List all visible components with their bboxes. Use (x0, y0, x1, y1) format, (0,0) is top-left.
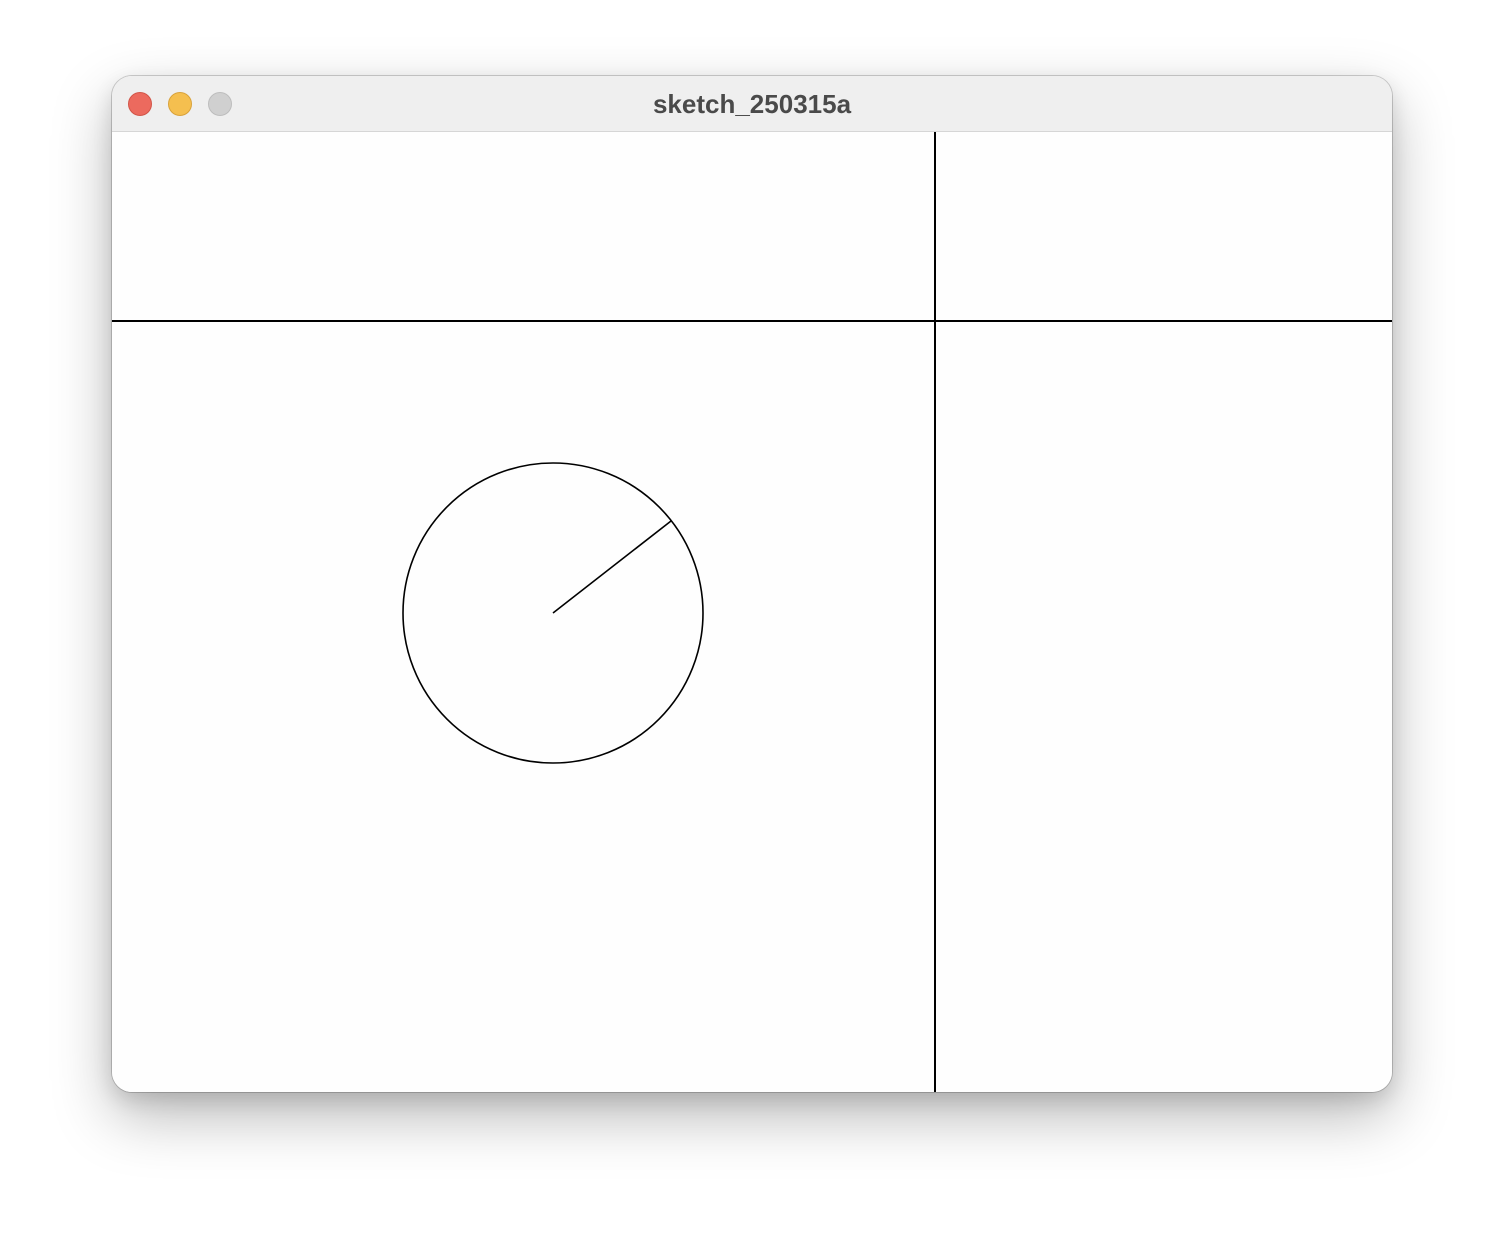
window-title: sketch_250315a (652, 89, 852, 119)
radius-line (552, 520, 672, 614)
title-bar[interactable]: sketch_250315a (112, 76, 1392, 132)
sketch-window: sketch_250315a (112, 76, 1392, 1092)
sketch-drawing (112, 132, 1392, 1092)
sketch-canvas[interactable] (112, 132, 1392, 1092)
